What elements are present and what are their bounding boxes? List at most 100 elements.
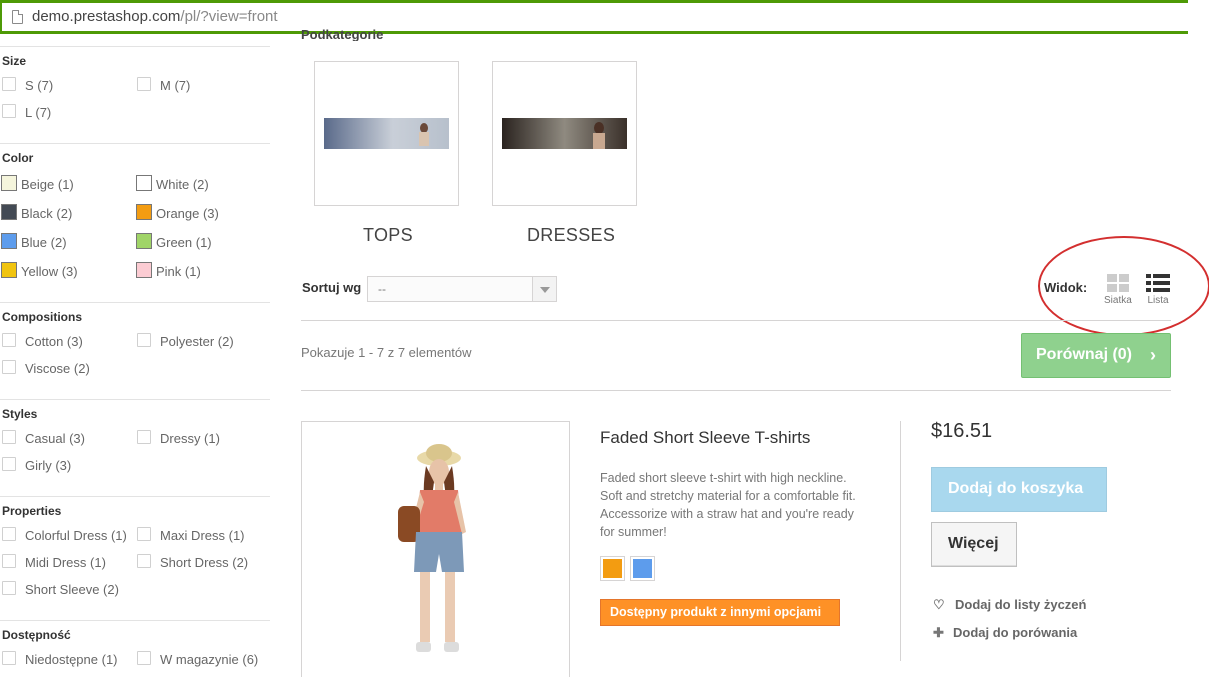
divider (0, 620, 270, 621)
filter-option[interactable]: White (2) (156, 177, 209, 192)
sort-select[interactable]: -- (367, 276, 557, 302)
view-list-label: Lista (1147, 295, 1169, 306)
divider (0, 302, 270, 303)
url-text[interactable]: demo.prestashop.com/pl/?view=front (32, 8, 278, 25)
view-list-button[interactable]: Lista (1145, 273, 1171, 306)
divider (900, 421, 901, 661)
results-count: Pokazuje 1 - 7 z 7 elementów (301, 345, 472, 360)
filter-option[interactable]: Black (2) (21, 206, 72, 221)
chevron-down-icon[interactable] (532, 277, 556, 301)
filter-option[interactable]: S (7) (25, 78, 53, 93)
filter-option[interactable]: Midi Dress (1) (25, 555, 106, 570)
checkbox[interactable] (2, 651, 16, 665)
product-photo (398, 444, 466, 652)
more-button[interactable]: Więcej (931, 522, 1017, 567)
checkbox[interactable] (2, 77, 16, 91)
color-swatch-green[interactable] (136, 233, 152, 249)
filter-title-properties: Properties (2, 504, 62, 518)
filter-title-compositions: Compositions (2, 310, 82, 324)
color-swatch-orange[interactable] (136, 204, 152, 220)
plus-icon: ✚ (933, 625, 944, 640)
divider (301, 320, 1171, 321)
compare-label: Dodaj do porówania (953, 625, 1078, 640)
filter-option[interactable]: Maxi Dress (1) (160, 528, 245, 543)
filter-option[interactable]: L (7) (25, 105, 51, 120)
sort-value: -- (378, 282, 386, 296)
add-to-cart-button[interactable]: Dodaj do koszyka (931, 467, 1107, 512)
divider (0, 399, 270, 400)
add-to-compare-link[interactable]: ✚ Dodaj do porówania (933, 625, 1077, 641)
product-description: Faded short sleeve t-shirt with high nec… (600, 471, 856, 539)
tops-banner-image (324, 118, 449, 149)
checkbox[interactable] (2, 430, 16, 444)
filter-title-size: Size (2, 54, 27, 68)
subcategory-tops-link[interactable]: TOPS (363, 225, 413, 246)
filter-option[interactable]: Niedostępne (1) (25, 652, 118, 667)
checkbox[interactable] (137, 430, 151, 444)
product-color-swatch-blue[interactable] (630, 556, 655, 581)
checkbox[interactable] (2, 527, 16, 541)
checkbox[interactable] (2, 360, 16, 374)
filter-option[interactable]: Short Sleeve (2) (25, 582, 119, 597)
divider (0, 143, 270, 144)
checkbox[interactable] (2, 333, 16, 347)
checkbox[interactable] (2, 581, 16, 595)
filter-option[interactable]: Dressy (1) (160, 431, 220, 446)
filter-option[interactable]: Cotton (3) (25, 334, 83, 349)
product-color-swatch-orange[interactable] (600, 556, 625, 581)
address-bar[interactable]: demo.prestashop.com/pl/?view=front (0, 0, 1188, 34)
wishlist-label: Dodaj do listy życzeń (955, 597, 1087, 612)
compare-button[interactable]: Porównaj (0) › (1021, 333, 1171, 378)
chevron-right-icon: › (1150, 345, 1156, 365)
filter-title-styles: Styles (2, 407, 38, 421)
divider (301, 390, 1171, 391)
checkbox[interactable] (137, 554, 151, 568)
color-swatch-beige[interactable] (1, 175, 17, 191)
checkbox[interactable] (2, 554, 16, 568)
filter-option[interactable]: Yellow (3) (21, 264, 78, 279)
heart-icon: ♡ (933, 597, 945, 612)
divider (0, 46, 270, 47)
checkbox[interactable] (2, 457, 16, 471)
sort-label: Sortuj wg (302, 280, 362, 295)
color-swatch-blue[interactable] (1, 233, 17, 249)
filter-option[interactable]: Short Dress (2) (160, 555, 248, 570)
view-label: Widok: (1044, 280, 1088, 295)
filter-option[interactable]: Green (1) (156, 235, 212, 250)
filter-option[interactable]: Girly (3) (25, 458, 71, 473)
checkbox[interactable] (137, 77, 151, 91)
color-swatch-black[interactable] (1, 204, 17, 220)
product-image[interactable] (301, 421, 570, 677)
color-swatch-pink[interactable] (136, 262, 152, 278)
filter-option[interactable]: Viscose (2) (25, 361, 90, 376)
page-icon (12, 10, 23, 24)
product-price: $16.51 (931, 420, 993, 442)
list-icon (1146, 274, 1170, 292)
view-grid-label: Siatka (1104, 295, 1132, 306)
checkbox[interactable] (137, 651, 151, 665)
filter-option[interactable]: Orange (3) (156, 206, 219, 221)
filter-option[interactable]: Colorful Dress (1) (25, 528, 127, 543)
dresses-banner-image (502, 118, 627, 149)
checkbox[interactable] (2, 104, 16, 118)
filter-option[interactable]: Blue (2) (21, 235, 67, 250)
filter-option[interactable]: W magazynie (6) (160, 652, 258, 667)
view-grid-button[interactable]: Siatka (1104, 273, 1132, 306)
filter-option[interactable]: M (7) (160, 78, 190, 93)
filter-option[interactable]: Pink (1) (156, 264, 201, 279)
grid-icon (1106, 274, 1129, 292)
filter-option[interactable]: Beige (1) (21, 177, 74, 192)
filter-option[interactable]: Casual (3) (25, 431, 85, 446)
product-title-link[interactable]: Faded Short Sleeve T-shirts (600, 428, 810, 448)
color-swatch-white[interactable] (136, 175, 152, 191)
subcategory-tops-image[interactable] (314, 61, 459, 206)
color-swatch-yellow[interactable] (1, 262, 17, 278)
subcategory-dresses-image[interactable] (492, 61, 637, 206)
checkbox[interactable] (137, 333, 151, 347)
filter-option[interactable]: Polyester (2) (160, 334, 234, 349)
add-to-wishlist-link[interactable]: ♡ Dodaj do listy życzeń (933, 597, 1086, 613)
filter-title-availability: Dostępność (2, 628, 71, 642)
filter-title-color: Color (2, 151, 34, 165)
checkbox[interactable] (137, 527, 151, 541)
subcategory-dresses-link[interactable]: DRESSES (527, 225, 615, 246)
